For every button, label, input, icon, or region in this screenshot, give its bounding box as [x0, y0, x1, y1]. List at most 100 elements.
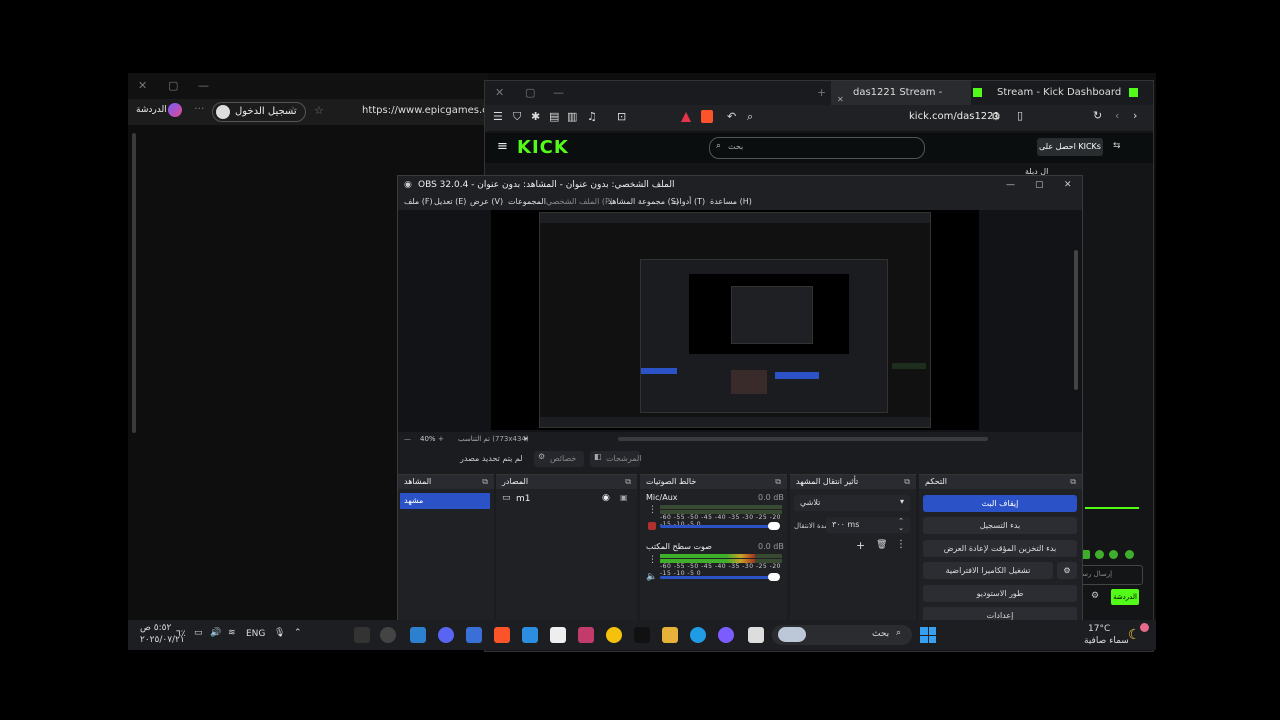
copilot-icon[interactable] — [718, 627, 734, 643]
scene-item[interactable]: مشهد — [400, 493, 490, 509]
filters-button[interactable]: ◧ المرشحات — [590, 451, 642, 467]
folder-icon[interactable] — [662, 627, 678, 643]
brave-shield-icon[interactable] — [701, 110, 713, 123]
zoom-in-icon[interactable]: + — [438, 432, 444, 446]
profile-icon[interactable]: ⇆ — [1113, 141, 1121, 151]
undock-icon[interactable]: ⧉ — [1070, 475, 1076, 489]
close-icon[interactable]: ✕ — [495, 86, 504, 99]
copilot-icon[interactable] — [168, 103, 182, 117]
store-icon[interactable] — [550, 627, 566, 643]
extension-icon[interactable]: ✱ — [531, 110, 540, 123]
horizontal-scrollbar[interactable] — [618, 437, 988, 441]
tab-kick-dashboard[interactable]: Stream - Kick Dashboard — [997, 81, 1121, 105]
language-indicator[interactable]: ENG — [246, 629, 265, 639]
speaker-icon[interactable]: 🔈 — [646, 572, 657, 582]
photos-icon[interactable] — [578, 627, 594, 643]
search-input[interactable]: ⌕ بحث — [709, 137, 925, 159]
source-item[interactable]: ▭ m1 ◉ ▣ — [496, 493, 637, 507]
screenshot-icon[interactable]: ⊡ — [617, 110, 626, 123]
tiktok-icon[interactable] — [634, 627, 650, 643]
hamburger-icon[interactable]: ≡ — [497, 139, 508, 154]
tab-kick-stream[interactable]: ✕ das1221 Stream - Watch Live on — [831, 81, 971, 122]
menu-view[interactable]: عرض (V) — [470, 194, 503, 210]
obs-icon[interactable] — [380, 627, 396, 643]
add-icon[interactable]: + — [856, 539, 865, 552]
volume-icon[interactable]: 🔊 — [210, 628, 221, 638]
minimize-icon[interactable]: — — [1006, 176, 1015, 194]
windows-start-icon[interactable] — [920, 627, 936, 643]
volume-slider[interactable] — [660, 525, 776, 528]
shield-icon[interactable]: ⛉ — [513, 110, 521, 124]
lock-icon[interactable]: ▣ — [620, 493, 628, 502]
edge-icon[interactable] — [690, 627, 706, 643]
duration-stepper[interactable]: ٣٠٠ ms ⌃ ⌄ — [826, 517, 910, 533]
more-icon[interactable]: ⋮ — [896, 539, 906, 550]
undock-icon[interactable]: ⧉ — [625, 475, 631, 489]
volume-slider-handle[interactable] — [768, 573, 780, 581]
emote-icon[interactable] — [1109, 550, 1118, 559]
eye-icon[interactable]: ◉ — [602, 493, 610, 503]
stop-streaming-button[interactable]: إيقاف البث — [923, 495, 1077, 512]
minimize-icon[interactable]: — — [553, 86, 564, 99]
undock-icon[interactable]: ⧉ — [482, 475, 488, 489]
menu-edit[interactable]: تعديل (E) — [434, 194, 466, 210]
preview-canvas[interactable] — [491, 210, 979, 430]
properties-button[interactable]: ⚙ خصائص — [534, 451, 584, 467]
scrollbar[interactable] — [132, 133, 136, 433]
undo-icon[interactable]: ↶ — [727, 110, 736, 123]
maximize-icon[interactable]: ▢ — [1035, 176, 1044, 194]
moon-icon[interactable]: ☾ — [1128, 627, 1141, 643]
close-icon[interactable]: ✕ — [1064, 176, 1072, 194]
weather-temp[interactable]: 17°C — [1088, 624, 1110, 634]
weather-desc[interactable]: سماء صافية — [1084, 636, 1129, 646]
alert-icon[interactable] — [681, 112, 691, 122]
taskbar-search[interactable]: بحث ⌕ — [772, 625, 912, 645]
mail-icon[interactable] — [522, 627, 538, 643]
maximize-icon[interactable]: ▢ — [525, 86, 535, 99]
clock-time[interactable]: ٥:٥٢ ص — [140, 623, 171, 633]
forward-icon[interactable]: › — [1133, 109, 1137, 122]
file-app-icon[interactable] — [410, 627, 426, 643]
music-icon[interactable]: ♫ — [587, 110, 597, 123]
menu-icon[interactable]: ☰ — [493, 110, 503, 123]
back-icon[interactable]: ‹ — [1115, 109, 1119, 122]
app-window-icon[interactable] — [748, 627, 764, 643]
chrome-icon[interactable] — [606, 627, 622, 643]
maximize-icon[interactable]: ▢ — [168, 79, 178, 92]
emote-icon[interactable] — [1125, 550, 1134, 559]
url-field[interactable]: kick.com/das1221 — [909, 111, 1000, 122]
virtual-camera-button[interactable]: تشغيل الكاميرا الافتراضية — [923, 562, 1053, 579]
chat-input[interactable]: إرسال رسا — [1075, 565, 1143, 585]
kick-logo[interactable]: KICK — [517, 137, 569, 158]
emote-icon[interactable] — [1095, 550, 1104, 559]
menu-scene-collection[interactable]: مجموعة المشاهد (S) — [608, 194, 679, 210]
trash-icon[interactable]: 🗑 — [876, 540, 887, 550]
new-tab-icon[interactable]: + — [817, 86, 826, 99]
close-icon[interactable]: ✕ — [138, 79, 147, 92]
start-recording-button[interactable]: بدء التسجيل — [923, 517, 1077, 534]
chat-label[interactable]: الدردشة — [136, 105, 167, 115]
more-icon[interactable]: ··· — [194, 102, 205, 115]
chevron-down-icon[interactable]: ⌄ — [898, 524, 904, 532]
menu-file[interactable]: ملف (F) — [404, 194, 433, 210]
menu-docks[interactable]: المجموعات — [508, 194, 546, 210]
battery-level[interactable]: ٦٪ — [176, 629, 186, 639]
microphone-icon[interactable]: 🎙 — [274, 628, 285, 638]
wifi-icon[interactable]: ≋ — [228, 628, 236, 638]
minimize-icon[interactable]: — — [198, 79, 209, 92]
favorites-icon[interactable]: ☆ — [288, 104, 298, 117]
app-icon[interactable] — [466, 627, 482, 643]
sidebar-icon[interactable]: ▥ — [567, 110, 577, 123]
virtual-camera-settings-button[interactable]: ⚙ — [1057, 562, 1077, 579]
reader-icon[interactable]: ▤ — [549, 110, 559, 123]
replay-buffer-button[interactable]: بدء التخزين المؤقت لإعادة العرض — [923, 540, 1077, 557]
discord-icon[interactable] — [438, 627, 454, 643]
zoom-out-icon[interactable]: — — [404, 432, 411, 446]
chevron-down-icon[interactable]: ▾ — [524, 432, 528, 446]
get-kicks-button[interactable]: احصل على KICKs — [1037, 138, 1103, 156]
mute-icon[interactable] — [648, 522, 656, 530]
zoom-value[interactable]: 40% — [420, 432, 436, 446]
star-icon[interactable]: ☆ — [314, 104, 324, 117]
site-settings-icon[interactable]: ⚙ — [991, 110, 1001, 123]
volume-slider[interactable] — [660, 576, 776, 579]
